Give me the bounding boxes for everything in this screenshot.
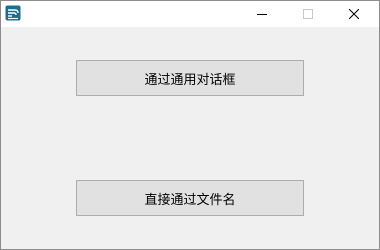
close-button[interactable] [331,1,377,27]
title-bar[interactable] [1,1,379,27]
direct-filename-button[interactable]: 直接通过文件名 [76,180,304,216]
app-window: 通过通用对话框 直接通过文件名 [0,0,380,250]
minimize-button[interactable] [239,1,285,27]
app-icon[interactable] [5,5,21,21]
common-dialog-button[interactable]: 通过通用对话框 [76,60,304,96]
maximize-button[interactable] [285,1,331,27]
close-icon [349,9,359,19]
maximize-icon [303,9,313,19]
client-area: 通过通用对话框 直接通过文件名 [1,27,379,249]
minimize-icon [257,14,267,15]
